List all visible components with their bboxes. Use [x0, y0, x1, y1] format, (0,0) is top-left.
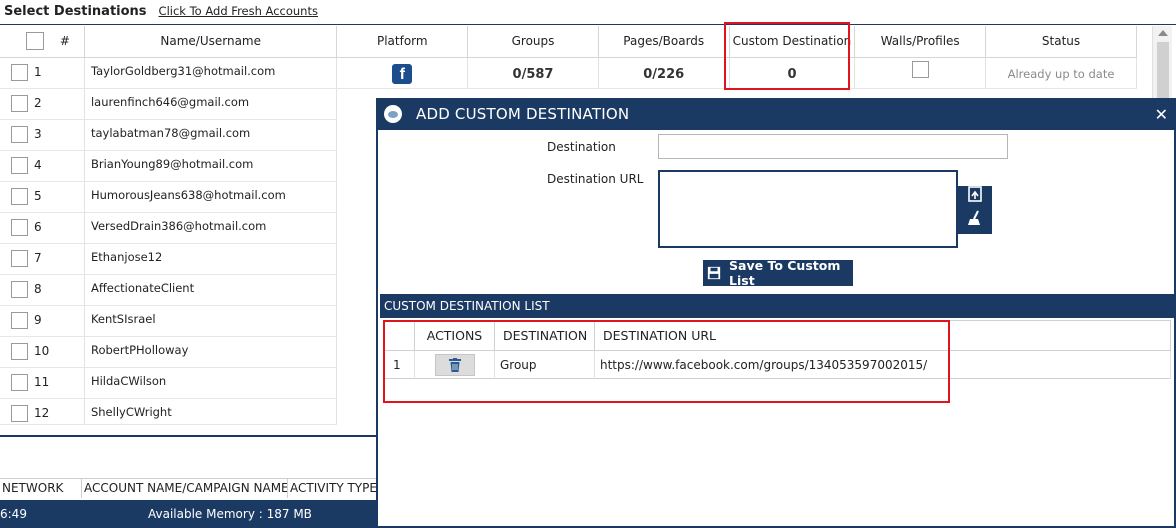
row-checkbox[interactable] — [11, 94, 28, 112]
row-checkbox[interactable] — [11, 249, 28, 267]
row-checkbox[interactable] — [11, 404, 28, 422]
trash-icon — [448, 357, 461, 372]
column-header-actions[interactable]: ACTIONS — [414, 320, 495, 351]
column-header-activity-type[interactable]: ACTIVITY TYPE — [288, 479, 378, 498]
account-name: laurenfinch646@gmail.com — [84, 88, 338, 120]
row-checkbox[interactable] — [11, 218, 28, 236]
account-name: VersedDrain386@hotmail.com — [84, 212, 338, 244]
row-number: 1 — [384, 350, 415, 379]
select-all-checkbox[interactable] — [26, 32, 44, 51]
column-header-platform[interactable]: Platform — [336, 26, 469, 58]
account-name: HumorousJeans638@hotmail.com — [84, 181, 338, 213]
destination-label: Destination — [547, 140, 616, 154]
custom-destination-list-header: CUSTOM DESTINATION LIST — [380, 294, 1174, 318]
facebook-icon: f — [392, 63, 413, 84]
status-time: 6:49 — [0, 507, 27, 521]
row-number: 2 — [34, 96, 42, 110]
dialog-title-bar[interactable]: ADD CUSTOM DESTINATION ✕ — [378, 98, 1174, 130]
available-memory: Available Memory : 187 MB — [148, 507, 312, 521]
broom-icon — [968, 210, 980, 225]
destination-url-label: Destination URL — [547, 172, 644, 186]
column-header-walls[interactable]: Walls/Profiles — [854, 26, 987, 58]
account-name: RobertPHolloway — [84, 336, 338, 368]
account-name: TaylorGoldberg31@hotmail.com — [84, 57, 338, 89]
row-number: 12 — [34, 406, 50, 420]
column-header-status[interactable]: Status — [985, 26, 1137, 58]
row-checkbox[interactable] — [11, 373, 28, 391]
destination-input[interactable] — [658, 134, 1008, 159]
account-name: HildaCWilson — [84, 367, 338, 399]
column-header-destination[interactable]: DESTINATION — [494, 320, 595, 351]
page-title: Select Destinations — [4, 3, 147, 19]
column-header-groups[interactable]: Groups — [467, 26, 599, 58]
bottom-divider — [0, 435, 378, 437]
destination-url-value: https://www.facebook.com/groups/13405359… — [594, 350, 1171, 379]
walls-checkbox[interactable] — [911, 60, 929, 78]
column-header-account-campaign[interactable]: ACCOUNT NAME/CAMPAIGN NAME — [82, 479, 288, 498]
row-number: 7 — [34, 251, 42, 265]
column-header-network[interactable]: NETWORK — [0, 479, 82, 498]
account-name: ShellyCWright — [84, 398, 338, 425]
row-number: 10 — [34, 344, 50, 358]
clear-url-button[interactable] — [958, 210, 992, 234]
column-header-pages[interactable]: Pages/Boards — [598, 26, 730, 58]
groups-count[interactable]: 0/587 — [467, 57, 599, 89]
row-number: 5 — [34, 189, 42, 203]
dialog-title: ADD CUSTOM DESTINATION — [416, 105, 630, 123]
status-text: Already up to date — [985, 57, 1137, 89]
scroll-up-icon[interactable] — [1158, 30, 1168, 36]
divider — [0, 24, 1176, 25]
save-to-custom-list-button[interactable]: Save To Custom List — [703, 258, 853, 288]
destination-value: Group — [494, 350, 595, 379]
row-number: 6 — [34, 220, 42, 234]
account-name: taylabatman78@gmail.com — [84, 119, 338, 151]
row-number: 1 — [34, 65, 42, 79]
row-number: 3 — [34, 127, 42, 141]
account-name: AffectionateClient — [84, 274, 338, 306]
column-header-destination-url[interactable]: DESTINATION URL — [594, 320, 1171, 351]
table-row[interactable]: 1 Group https://www.facebook.com/groups/… — [384, 350, 1171, 379]
actions-cell — [414, 350, 495, 379]
row-number: 9 — [34, 313, 42, 327]
status-bar: 6:49 Available Memory : 187 MB — [0, 500, 378, 528]
account-name: Ethanjose12 — [84, 243, 338, 275]
import-file-icon — [968, 186, 982, 202]
custom-destination-count[interactable]: 0 — [729, 57, 856, 89]
app-logo-icon — [384, 105, 402, 123]
column-header-name[interactable]: Name/Username — [84, 26, 338, 58]
select-all-header: # — [0, 26, 85, 58]
row-checkbox[interactable] — [11, 156, 28, 174]
activity-log-header: NETWORK ACCOUNT NAME/CAMPAIGN NAME ACTIV… — [0, 478, 378, 498]
import-file-button[interactable] — [958, 186, 992, 210]
add-custom-destination-dialog: ADD CUSTOM DESTINATION ✕ Destination Des… — [376, 98, 1176, 528]
save-icon — [707, 266, 721, 280]
table-row[interactable]: 1 TaylorGoldberg31@hotmail.com f 0/587 0… — [0, 57, 1137, 89]
platform-cell: f — [336, 57, 469, 89]
row-number: 8 — [34, 282, 42, 296]
row-number: 11 — [34, 375, 50, 389]
delete-button[interactable] — [434, 353, 475, 376]
row-checkbox[interactable] — [11, 342, 28, 360]
account-name: KentSIsrael — [84, 305, 338, 337]
row-checkbox[interactable] — [11, 187, 28, 205]
close-icon[interactable]: ✕ — [1155, 105, 1168, 124]
custom-destination-list-table: ACTIONS DESTINATION DESTINATION URL 1 Gr… — [384, 320, 1171, 379]
column-header-custom-destination[interactable]: Custom Destination — [729, 26, 856, 58]
row-checkbox[interactable] — [11, 311, 28, 329]
top-header: Select Destinations Click To Add Fresh A… — [0, 0, 1176, 22]
save-button-label: Save To Custom List — [729, 258, 841, 288]
row-select-cell: 1 — [0, 57, 85, 89]
account-name: BrianYoung89@hotmail.com — [84, 150, 338, 182]
row-number: 4 — [34, 158, 42, 172]
column-header-number: # — [59, 33, 70, 48]
destination-url-input[interactable] — [658, 170, 958, 248]
add-fresh-accounts-link[interactable]: Click To Add Fresh Accounts — [159, 4, 318, 18]
column-header-index — [384, 320, 415, 351]
row-checkbox[interactable] — [11, 125, 28, 143]
walls-cell — [854, 57, 987, 89]
row-checkbox[interactable] — [11, 63, 28, 81]
pages-count[interactable]: 0/226 — [598, 57, 730, 89]
row-checkbox[interactable] — [11, 280, 28, 298]
